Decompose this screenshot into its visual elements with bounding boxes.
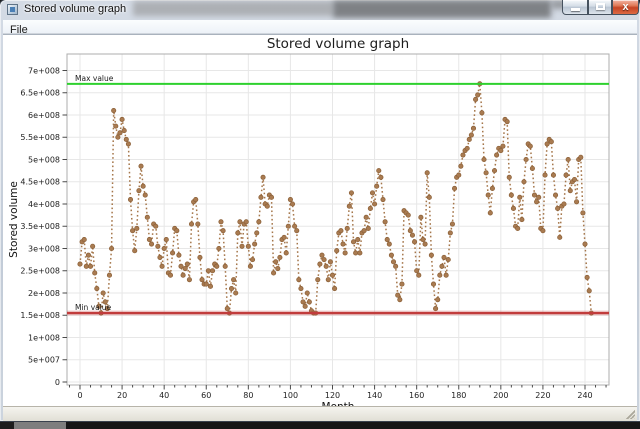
svg-text:5.5e+008: 5.5e+008 bbox=[20, 133, 60, 142]
svg-text:4e+008: 4e+008 bbox=[28, 200, 60, 209]
svg-text:5e+007: 5e+007 bbox=[28, 356, 60, 365]
maximize-icon bbox=[596, 3, 605, 10]
status-bar bbox=[3, 406, 637, 421]
svg-text:80: 80 bbox=[243, 391, 253, 400]
svg-text:200: 200 bbox=[493, 391, 508, 400]
svg-text:7e+008: 7e+008 bbox=[28, 66, 60, 75]
svg-text:4.5e+008: 4.5e+008 bbox=[20, 178, 60, 187]
svg-text:180: 180 bbox=[451, 391, 466, 400]
app-window: Stored volume graph x File 0 20 40 60 80 100 1… bbox=[0, 0, 640, 421]
svg-text:2.5e+008: 2.5e+008 bbox=[20, 267, 60, 276]
max-line: Max value bbox=[67, 74, 609, 84]
min-line-label: Min value bbox=[75, 303, 112, 312]
svg-text:0: 0 bbox=[77, 391, 82, 400]
svg-text:40: 40 bbox=[159, 391, 169, 400]
svg-text:100: 100 bbox=[283, 391, 298, 400]
svg-text:6e+008: 6e+008 bbox=[28, 111, 60, 120]
svg-text:2e+008: 2e+008 bbox=[28, 289, 60, 298]
max-line-label: Max value bbox=[75, 74, 114, 83]
series-line bbox=[78, 82, 594, 316]
screen: Stored volume graph x File 0 20 40 60 80 100 1… bbox=[0, 0, 640, 429]
svg-text:1.5e+008: 1.5e+008 bbox=[20, 311, 60, 320]
svg-text:3e+008: 3e+008 bbox=[28, 244, 60, 253]
svg-text:240: 240 bbox=[577, 391, 592, 400]
svg-text:140: 140 bbox=[367, 391, 382, 400]
chart-svg: 020406080100120140160180200220240Month05… bbox=[3, 35, 637, 407]
svg-text:120: 120 bbox=[325, 391, 340, 400]
resize-grip-icon[interactable] bbox=[624, 408, 635, 419]
svg-text:5e+008: 5e+008 bbox=[28, 155, 60, 164]
svg-text:0: 0 bbox=[55, 378, 60, 387]
chart-title: Stored volume graph bbox=[267, 36, 409, 52]
maximize-button[interactable] bbox=[588, 0, 612, 15]
title-bar[interactable]: Stored volume graph bbox=[0, 0, 640, 20]
y-axis-title: Stored volume bbox=[8, 181, 20, 258]
minimize-icon bbox=[571, 8, 580, 11]
y-axis: 0 5e+007 1e+008 1.5e+008 2e+008 2.5e+008 3e+00… bbox=[8, 66, 67, 387]
svg-text:220: 220 bbox=[535, 391, 550, 400]
svg-text:3.5e+008: 3.5e+008 bbox=[20, 222, 60, 231]
svg-text:160: 160 bbox=[409, 391, 424, 400]
x-axis: 020406080100120140160180200220240Month bbox=[69, 385, 606, 407]
menu-bar: File bbox=[3, 20, 637, 34]
background-window bbox=[66, 421, 640, 429]
window-title: Stored volume graph bbox=[24, 3, 126, 15]
app-icon bbox=[7, 4, 18, 15]
svg-text:6.5e+008: 6.5e+008 bbox=[20, 89, 60, 98]
close-icon: x bbox=[613, 0, 638, 14]
background-window bbox=[133, 1, 333, 16]
svg-text:1e+008: 1e+008 bbox=[28, 333, 60, 342]
svg-text:20: 20 bbox=[117, 391, 127, 400]
minimize-button[interactable] bbox=[562, 0, 588, 15]
svg-text:60: 60 bbox=[201, 391, 211, 400]
chart-area: 020406080100120140160180200220240Month05… bbox=[3, 34, 637, 407]
min-line: Min value bbox=[67, 303, 609, 313]
close-button[interactable]: x bbox=[612, 0, 639, 15]
background-window bbox=[14, 421, 66, 429]
background-window bbox=[333, 0, 551, 18]
